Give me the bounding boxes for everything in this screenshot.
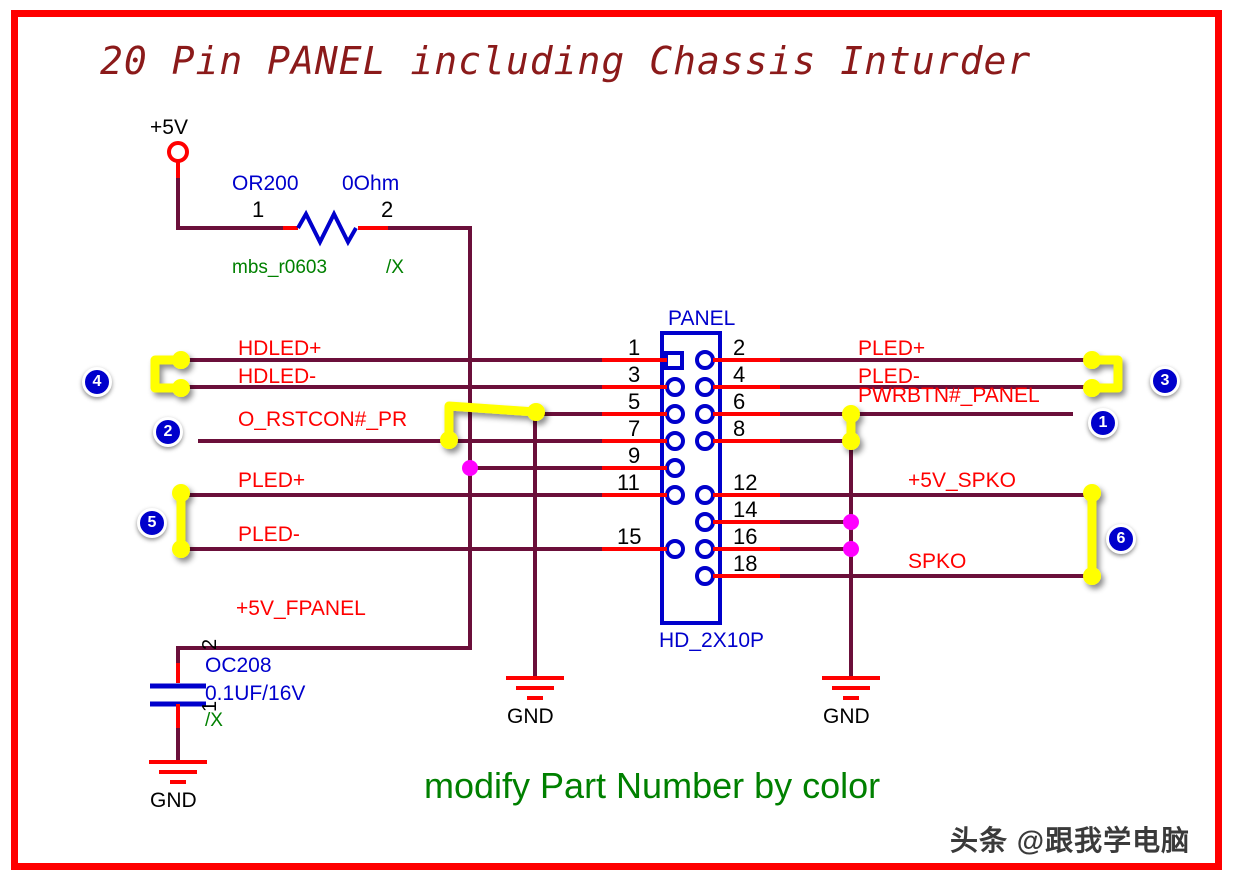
capacitor-designator: OC208 bbox=[205, 654, 272, 677]
gnd-label: GND bbox=[150, 789, 197, 812]
gnd-label: GND bbox=[823, 705, 870, 728]
pin-number-9: 9 bbox=[628, 443, 641, 468]
pin-number-12: 12 bbox=[733, 470, 758, 495]
pin-number-3: 3 bbox=[628, 362, 641, 387]
callout-badge-2[interactable]: 2 bbox=[153, 417, 183, 447]
schematic-canvas: 20 Pin PANEL including Chassis Inturder … bbox=[0, 0, 1239, 885]
pin-number-11: 11 bbox=[617, 470, 640, 495]
capacitor-pin2-number: 2 bbox=[199, 638, 221, 650]
pin-number-16: 16 bbox=[733, 524, 758, 549]
callout-badge-5[interactable]: 5 bbox=[137, 508, 167, 538]
pin-number-2: 2 bbox=[733, 335, 746, 360]
pin-number-4: 4 bbox=[733, 362, 746, 387]
net-label-spko: SPKO bbox=[908, 550, 967, 573]
callout-badge-1[interactable]: 1 bbox=[1088, 408, 1118, 438]
net-label-pled-plus-right: PLED+ bbox=[858, 337, 926, 360]
net-label-5v-fpanel: +5V_FPANEL bbox=[236, 597, 366, 620]
resistor-pin1-number: 1 bbox=[252, 197, 265, 222]
resistor-footprint: mbs_r0603 bbox=[232, 257, 328, 278]
net-label-pled-minus-left: PLED- bbox=[238, 523, 300, 546]
net-label-pled-plus-left: PLED+ bbox=[238, 469, 306, 492]
callout-badge-3[interactable]: 3 bbox=[1150, 366, 1180, 396]
pin-number-14: 14 bbox=[733, 497, 758, 522]
callout-badge-6[interactable]: 6 bbox=[1106, 524, 1136, 554]
callout-badge-4[interactable]: 4 bbox=[82, 367, 112, 397]
net-label-pwrbtn: PWRBTN#_PANEL bbox=[858, 384, 1040, 407]
capacitor-pin1-number: 1 bbox=[199, 700, 221, 712]
pin-number-1: 1 bbox=[628, 335, 641, 360]
pin-number-5: 5 bbox=[628, 389, 641, 414]
footer-note: modify Part Number by color bbox=[424, 765, 881, 806]
connector-footprint: HD_2X10P bbox=[659, 629, 765, 652]
resistor-value: 0Ohm bbox=[342, 172, 400, 195]
pin-number-15: 15 bbox=[617, 524, 642, 549]
resistor-variant: /X bbox=[386, 257, 404, 278]
supply-label: +5V bbox=[150, 116, 188, 139]
watermark: 头条 @跟我学电脑 bbox=[950, 825, 1191, 856]
connector-name: PANEL bbox=[668, 307, 736, 330]
pin-number-6: 6 bbox=[733, 389, 746, 414]
pin-number-7: 7 bbox=[628, 416, 641, 441]
page-border bbox=[11, 10, 1222, 870]
net-label-hdled-minus: HDLED- bbox=[238, 365, 317, 388]
pin-number-8: 8 bbox=[733, 416, 746, 441]
resistor-pin2-number: 2 bbox=[381, 197, 394, 222]
net-label-rstcon: O_RSTCON#_PR bbox=[238, 408, 408, 431]
capacitor-variant: /X bbox=[205, 710, 223, 731]
net-label-hdled-plus: HDLED+ bbox=[238, 337, 322, 360]
gnd-label: GND bbox=[507, 705, 554, 728]
page-title: 20 Pin PANEL including Chassis Inturder bbox=[100, 39, 1032, 83]
net-label-5v-spko: +5V_SPKO bbox=[908, 469, 1016, 492]
pin-number-18: 18 bbox=[733, 551, 758, 576]
resistor-designator: OR200 bbox=[232, 172, 299, 195]
